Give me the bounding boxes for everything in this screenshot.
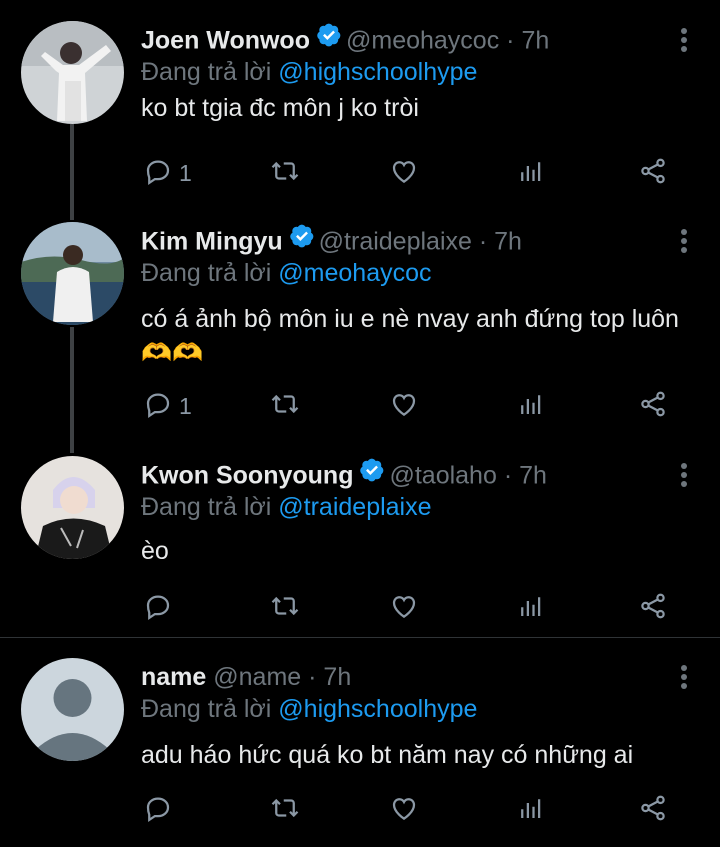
analytics-icon xyxy=(516,389,546,424)
tweet-text: ko bt tgia đc môn j ko tròi xyxy=(141,94,419,122)
verified-badge-icon xyxy=(289,222,315,260)
tweet-header: Joen Wonwoo @meohaycoc · 7h xyxy=(141,21,549,59)
user-handle[interactable]: @traideplaixe xyxy=(319,228,472,256)
tweet-text: có á ảnh bộ môn iu e nè nvay anh đứng to… xyxy=(141,305,679,367)
reply-button[interactable] xyxy=(143,790,179,830)
share-button[interactable] xyxy=(637,588,669,628)
more-vertical-icon[interactable] xyxy=(679,228,689,259)
heart-icon xyxy=(389,793,419,828)
replying-to-label: Đang trả lời xyxy=(141,58,279,86)
tweet[interactable]: name @name · 7h Đang trả lời @highschool… xyxy=(0,658,720,838)
share-icon xyxy=(637,793,669,828)
timestamp[interactable]: · 7h xyxy=(479,228,522,256)
action-bar xyxy=(141,790,701,830)
more-vertical-icon[interactable] xyxy=(679,462,689,493)
share-button[interactable] xyxy=(637,153,669,193)
more-vertical-icon[interactable] xyxy=(679,664,689,695)
mention-link[interactable]: @highschoolhype xyxy=(278,58,477,86)
avatar[interactable] xyxy=(21,222,124,325)
replying-to-label: Đang trả lời xyxy=(141,695,279,723)
action-bar: 1 xyxy=(141,153,701,193)
user-handle[interactable]: @taolaho xyxy=(389,462,496,490)
display-name[interactable]: Kim Mingyu xyxy=(141,228,283,256)
user-handle[interactable]: @meohaycoc xyxy=(346,27,499,55)
tweet-text: adu háo hức quá ko bt năm nay có những a… xyxy=(141,741,634,769)
reply-icon xyxy=(143,389,173,424)
share-icon xyxy=(637,156,669,191)
reply-icon xyxy=(143,591,173,626)
retweet-icon xyxy=(269,389,301,424)
analytics-icon xyxy=(516,591,546,626)
views-button[interactable] xyxy=(516,153,546,193)
reply-icon xyxy=(143,793,173,828)
reply-button[interactable] xyxy=(143,588,179,628)
replying-to: Đang trả lời @highschoolhype xyxy=(141,58,477,87)
user-handle[interactable]: @name xyxy=(213,663,301,691)
action-bar xyxy=(141,588,701,628)
heart-icon xyxy=(389,591,419,626)
timestamp[interactable]: · 7h xyxy=(308,663,351,691)
reply-button[interactable]: 1 xyxy=(143,153,192,193)
views-button[interactable] xyxy=(516,790,546,830)
replying-to: Đang trả lời @highschoolhype xyxy=(141,695,477,724)
timestamp[interactable]: · 7h xyxy=(504,462,547,490)
heart-icon xyxy=(389,156,419,191)
retweet-icon xyxy=(269,591,301,626)
verified-badge-icon xyxy=(316,21,342,59)
avatar[interactable] xyxy=(21,658,124,761)
reply-icon xyxy=(143,156,173,191)
avatar[interactable] xyxy=(21,456,124,559)
reply-count: 1 xyxy=(179,159,192,186)
tweet-header: Kwon Soonyoung @taolaho · 7h xyxy=(141,456,547,494)
analytics-icon xyxy=(516,156,546,191)
tweet-header: name @name · 7h xyxy=(141,658,351,696)
retweet-button[interactable] xyxy=(269,153,301,193)
avatar[interactable] xyxy=(21,21,124,124)
replying-to: Đang trả lời @traideplaixe xyxy=(141,493,432,522)
analytics-icon xyxy=(516,793,546,828)
mention-link[interactable]: @meohaycoc xyxy=(278,259,431,287)
action-bar: 1 xyxy=(141,386,701,426)
share-button[interactable] xyxy=(637,386,669,426)
retweet-icon xyxy=(269,156,301,191)
mention-link[interactable]: @highschoolhype xyxy=(278,695,477,723)
verified-badge-icon xyxy=(359,456,385,494)
replying-to: Đang trả lời @meohaycoc xyxy=(141,259,432,288)
tweet-text: èo xyxy=(141,537,169,565)
display-name[interactable]: Joen Wonwoo xyxy=(141,27,310,55)
views-button[interactable] xyxy=(516,386,546,426)
retweet-button[interactable] xyxy=(269,588,301,628)
like-button[interactable] xyxy=(389,153,419,193)
like-button[interactable] xyxy=(389,386,419,426)
display-name[interactable]: Kwon Soonyoung xyxy=(141,462,353,490)
retweet-icon xyxy=(269,793,301,828)
retweet-button[interactable] xyxy=(269,790,301,830)
mention-link[interactable]: @traideplaixe xyxy=(278,493,431,521)
share-icon xyxy=(637,389,669,424)
replying-to-label: Đang trả lời xyxy=(141,493,279,521)
tweet-header: Kim Mingyu @traideplaixe · 7h xyxy=(141,222,522,260)
like-button[interactable] xyxy=(389,790,419,830)
display-name[interactable]: name xyxy=(141,663,206,691)
share-icon xyxy=(637,591,669,626)
like-button[interactable] xyxy=(389,588,419,628)
replying-to-label: Đang trả lời xyxy=(141,259,279,287)
heart-icon xyxy=(389,389,419,424)
reply-button[interactable]: 1 xyxy=(143,386,192,426)
views-button[interactable] xyxy=(516,588,546,628)
tweet[interactable]: Joen Wonwoo @meohaycoc · 7h Đang trả lời … xyxy=(0,21,720,201)
tweet[interactable]: Kim Mingyu @traideplaixe · 7h Đang trả lờ… xyxy=(0,222,720,432)
share-button[interactable] xyxy=(637,790,669,830)
timestamp[interactable]: · 7h xyxy=(506,27,549,55)
divider xyxy=(0,637,720,638)
more-vertical-icon[interactable] xyxy=(679,27,689,58)
retweet-button[interactable] xyxy=(269,386,301,426)
reply-count: 1 xyxy=(179,392,192,419)
tweet[interactable]: Kwon Soonyoung @taolaho · 7h Đang trả lời… xyxy=(0,456,720,636)
